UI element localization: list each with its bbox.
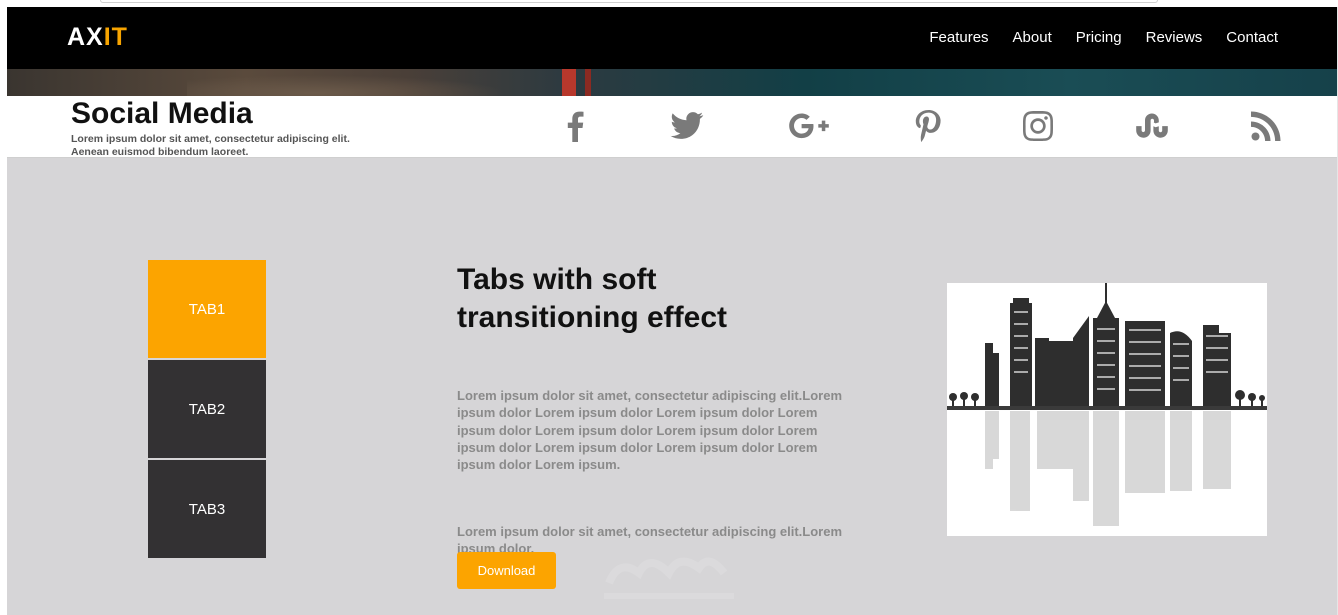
- paragraph-1: Lorem ipsum dolor sit amet, consectetur …: [457, 388, 843, 473]
- download-button[interactable]: Download: [457, 552, 556, 589]
- tabs-section: TAB1 TAB2 TAB3 Tabs with soft transition…: [7, 158, 1337, 615]
- browser-frame-left: [0, 7, 7, 615]
- browser-frame-top: [0, 0, 1338, 7]
- logo-accent: IT: [103, 23, 128, 51]
- nav-link-pricing[interactable]: Pricing: [1076, 29, 1122, 46]
- watermark-logo: [604, 557, 734, 599]
- city-skyline-drawing: [947, 283, 1267, 526]
- social-icons: [555, 108, 1295, 146]
- tab-2[interactable]: TAB2: [148, 360, 266, 458]
- tab-3[interactable]: TAB3: [148, 460, 266, 558]
- social-title: Social Media: [71, 97, 253, 130]
- nav-link-features[interactable]: Features: [929, 29, 988, 46]
- twitter-icon[interactable]: [667, 108, 707, 144]
- navbar: AXIT Features About Pricing Reviews Cont…: [7, 7, 1337, 69]
- instagram-icon[interactable]: [1018, 108, 1058, 144]
- tab-1[interactable]: TAB1: [148, 260, 266, 358]
- stumbleupon-icon[interactable]: [1132, 108, 1172, 144]
- social-media-bar: Social Media Lorem ipsum dolor sit amet,…: [7, 96, 1337, 158]
- logo[interactable]: AXIT: [67, 23, 128, 52]
- rss-icon[interactable]: [1246, 108, 1286, 144]
- logo-main: AX: [67, 23, 104, 51]
- section-heading: Tabs with soft transitioning effect: [457, 263, 728, 334]
- nav-links: Features About Pricing Reviews Contact: [905, 29, 1278, 46]
- nav-link-about[interactable]: About: [1013, 29, 1052, 46]
- nav-link-contact[interactable]: Contact: [1226, 29, 1278, 46]
- city-skyline-image: [947, 283, 1267, 536]
- hero-image: [7, 69, 1337, 96]
- nav-link-reviews[interactable]: Reviews: [1146, 29, 1203, 46]
- pinterest-icon[interactable]: [908, 108, 948, 144]
- social-subtitle-line1: Lorem ipsum dolor sit amet, consectetur …: [71, 133, 350, 145]
- facebook-icon[interactable]: [555, 108, 595, 144]
- google-plus-icon[interactable]: [789, 108, 829, 144]
- social-subtitle: Lorem ipsum dolor sit amet, consectetur …: [71, 133, 391, 159]
